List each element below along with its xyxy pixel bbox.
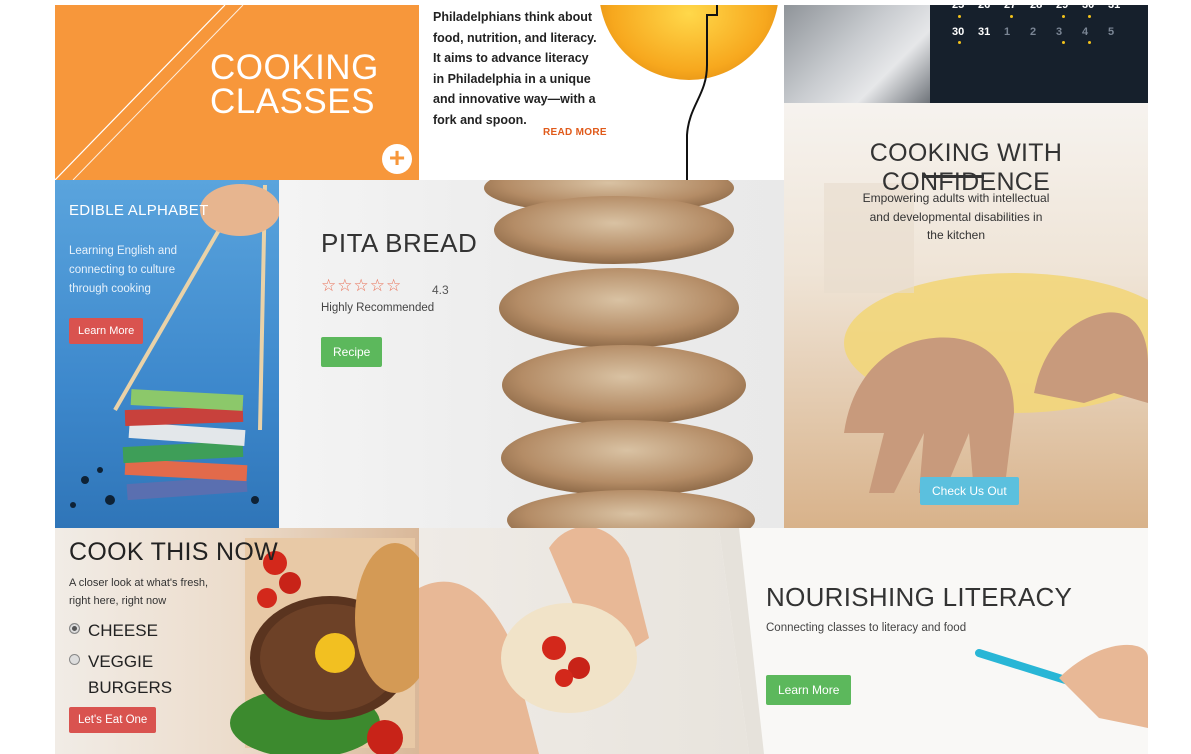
- calendar-day[interactable]: 31: [978, 26, 1004, 38]
- learn-more-button[interactable]: Learn More: [766, 675, 852, 705]
- calendar-day[interactable]: 2: [1030, 26, 1056, 38]
- literacy-title: NOURISHING LITERACY: [766, 582, 1073, 612]
- calendar-tile: 25 26 27 28 29 30 31 30 31 1 2 3 4 5: [784, 5, 1148, 103]
- radio-selected-icon[interactable]: [69, 623, 80, 634]
- check-us-out-button[interactable]: Check Us Out: [920, 477, 1019, 505]
- title-underline: [922, 175, 984, 178]
- pita-bread-tile[interactable]: PITA BREAD ☆☆☆☆☆ 4.3 Highly Recommended …: [279, 180, 784, 528]
- event-dots-row-1: [952, 15, 1142, 19]
- kitchen-photo: [784, 5, 930, 103]
- calendar-day[interactable]: 30: [952, 26, 978, 44]
- edible-alphabet-tile[interactable]: EDIBLE ALPHABET Learning English and con…: [55, 180, 279, 528]
- calendar-day[interactable]: 29: [1056, 5, 1082, 11]
- calendar-day[interactable]: 25: [952, 5, 978, 11]
- cook-this-now-tile[interactable]: COOK THIS NOW A closer look at what's fr…: [55, 528, 419, 754]
- option-cheese[interactable]: CHEESE: [69, 621, 158, 641]
- calendar-day[interactable]: 1: [1004, 26, 1030, 38]
- cook-now-subtitle: A closer look at what's fresh, right her…: [69, 577, 209, 607]
- cooking-classes-title: COOKING CLASSES: [210, 48, 379, 121]
- rating-stars-icon: ☆☆☆☆☆: [321, 276, 403, 295]
- calendar-day[interactable]: 4: [1082, 26, 1108, 44]
- option-veggie[interactable]: VEGGIE: [69, 652, 153, 672]
- pita-title: PITA BREAD: [321, 228, 478, 258]
- lets-eat-one-button[interactable]: Let's Eat One: [69, 707, 157, 733]
- article-tile: Philadelphians think about food, nutriti…: [419, 5, 784, 180]
- article-text: Philadelphians think about food, nutriti…: [433, 10, 597, 127]
- literacy-subtitle: Connecting classes to literacy and food: [766, 622, 967, 634]
- read-more-link[interactable]: READ MORE: [543, 127, 607, 138]
- rating-value: 4.3: [432, 283, 449, 297]
- calendar-day[interactable]: 27: [1004, 5, 1030, 11]
- pita-subtitle: Highly Recommended: [321, 302, 435, 314]
- calendar-day[interactable]: 30: [1082, 5, 1108, 11]
- books-chopsticks-image: [70, 183, 279, 508]
- calendar-row-2: 30 31 1 2 3 4 5: [952, 26, 1134, 44]
- calendar-day[interactable]: 28: [1030, 5, 1056, 11]
- edible-alphabet-title: EDIBLE ALPHABET: [69, 202, 209, 219]
- calendar-day[interactable]: 3: [1056, 26, 1082, 44]
- confidence-description: Empowering adults with intellectual and …: [862, 191, 1050, 242]
- plus-icon[interactable]: +: [382, 144, 412, 174]
- calendar-day[interactable]: 26: [978, 5, 1004, 11]
- recipe-button[interactable]: Recipe: [321, 337, 383, 367]
- cooking-classes-tile[interactable]: COOKING CLASSES +: [55, 5, 419, 180]
- calendar-day[interactable]: 31: [1108, 5, 1134, 11]
- option-burgers: BURGERS: [88, 678, 173, 697]
- calendar-day[interactable]: 5: [1108, 26, 1134, 38]
- nourishing-literacy-tile[interactable]: NOURISHING LITERACY Connecting classes t…: [419, 528, 1148, 754]
- calendar-row-1: 25 26 27 28 29 30 31: [952, 5, 1134, 11]
- cooking-with-confidence-tile[interactable]: COOKING WITH CONFIDENCE Empowering adult…: [784, 103, 1148, 528]
- pita-stack-image: [484, 180, 755, 528]
- cord-decoration: [686, 5, 718, 180]
- cook-now-title: COOK THIS NOW: [69, 538, 279, 566]
- radio-icon[interactable]: [69, 654, 80, 665]
- learn-more-button[interactable]: Learn More: [69, 318, 144, 344]
- edible-alphabet-description: Learning English and connecting to cultu…: [69, 245, 178, 295]
- hands-food-writing-image: [419, 528, 1148, 754]
